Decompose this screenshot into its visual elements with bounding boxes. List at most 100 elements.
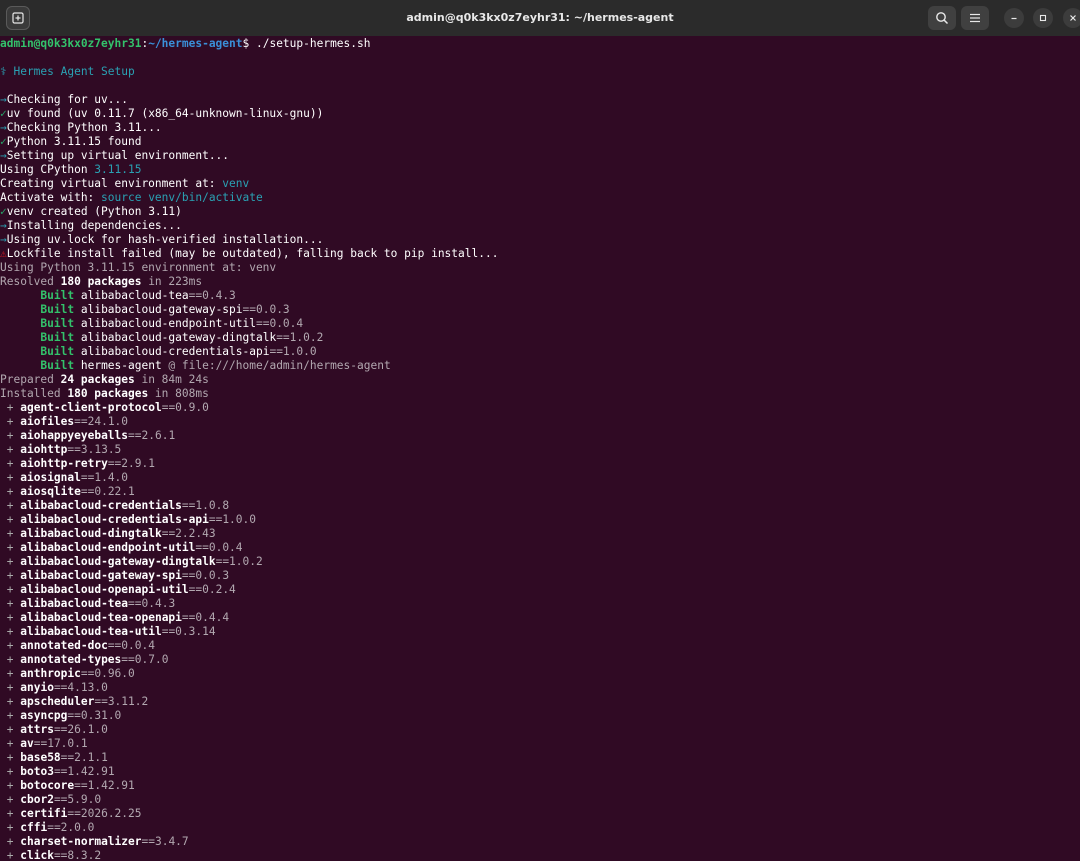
package-name: aiohttp bbox=[20, 443, 68, 456]
package-row: + aiohttp==3.13.5 bbox=[0, 443, 1080, 457]
plus-icon: + bbox=[6, 667, 14, 680]
log-line: ✓Python 3.11.15 found bbox=[0, 135, 142, 148]
built-row: Built alibabacloud-gateway-spi==0.0.3 bbox=[0, 303, 1080, 317]
plus-icon: + bbox=[6, 415, 14, 428]
prompt-command: ./setup-hermes.sh bbox=[255, 37, 371, 50]
maximize-icon bbox=[1039, 14, 1047, 22]
warning-icon: ⚠ bbox=[0, 247, 7, 260]
plus-icon: + bbox=[6, 793, 14, 806]
maximize-button[interactable] bbox=[1033, 8, 1053, 28]
package-version: ==0.0.4 bbox=[195, 541, 243, 554]
plus-icon: + bbox=[6, 429, 14, 442]
package-name: cffi bbox=[20, 821, 48, 834]
plus-icon: + bbox=[6, 849, 14, 861]
terminal-output[interactable]: admin@q0k3kx0z7eyhr31:~/hermes-agent$ ./… bbox=[0, 37, 1080, 861]
minimize-button[interactable] bbox=[1004, 8, 1024, 28]
package-name: alibabacloud-tea bbox=[80, 289, 189, 302]
arrow-icon: → bbox=[0, 219, 7, 232]
window-title: admin@q0k3kx0z7eyhr31: ~/hermes-agent bbox=[406, 11, 674, 24]
built-list: Built alibabacloud-tea==0.4.3 Built alib… bbox=[0, 289, 1080, 373]
package-version: ==0.4.4 bbox=[181, 611, 230, 624]
package-name: apscheduler bbox=[20, 695, 95, 708]
package-name: alibabacloud-gateway-dingtalk bbox=[20, 555, 216, 568]
package-name: anthropic bbox=[20, 667, 81, 680]
package-row: + aiosqlite==0.22.1 bbox=[0, 485, 1080, 499]
package-name: alibabacloud-dingtalk bbox=[20, 527, 162, 540]
package-version: ==0.4.3 bbox=[128, 597, 176, 610]
package-version: ==1.4.0 bbox=[80, 471, 129, 484]
plus-icon: + bbox=[6, 681, 14, 694]
package-row: + aiosignal==1.4.0 bbox=[0, 471, 1080, 485]
package-name: alibabacloud-credentials-api bbox=[80, 345, 270, 358]
plus-icon: + bbox=[6, 625, 14, 638]
package-name: alibabacloud-openapi-util bbox=[20, 583, 189, 596]
package-version: ==1.0.2 bbox=[276, 331, 324, 344]
package-row: + certifi==2026.2.25 bbox=[0, 807, 1080, 821]
package-version: ==1.0.8 bbox=[181, 499, 230, 512]
package-row: + aiohappyeyeballs==2.6.1 bbox=[0, 429, 1080, 443]
arrow-icon: → bbox=[0, 233, 7, 246]
package-version: ==2.1.1 bbox=[60, 751, 108, 764]
package-name: attrs bbox=[20, 723, 54, 736]
plus-icon: + bbox=[6, 513, 14, 526]
package-row: + anyio==4.13.0 bbox=[0, 681, 1080, 695]
title-bar[interactable]: admin@q0k3kx0z7eyhr31: ~/hermes-agent bbox=[0, 0, 1080, 36]
plus-icon: + bbox=[6, 611, 14, 624]
search-icon bbox=[936, 12, 949, 25]
package-row: + apscheduler==3.11.2 bbox=[0, 695, 1080, 709]
package-name: annotated-doc bbox=[20, 639, 108, 652]
package-name: base58 bbox=[20, 751, 61, 764]
package-row: + alibabacloud-endpoint-util==0.0.4 bbox=[0, 541, 1080, 555]
package-version: ==0.9.0 bbox=[161, 401, 209, 414]
log-line: →Checking Python 3.11... bbox=[0, 121, 162, 134]
package-name: click bbox=[20, 849, 54, 861]
package-name: alibabacloud-gateway-dingtalk bbox=[80, 331, 277, 344]
built-label: Built bbox=[40, 317, 75, 330]
package-version: ==0.3.14 bbox=[161, 625, 216, 638]
plus-icon: + bbox=[6, 751, 14, 764]
package-version: ==2.0.0 bbox=[47, 821, 95, 834]
package-row: + alibabacloud-openapi-util==0.2.4 bbox=[0, 583, 1080, 597]
search-button[interactable] bbox=[928, 6, 956, 30]
package-row: + cffi==2.0.0 bbox=[0, 821, 1080, 835]
package-name: alibabacloud-tea bbox=[20, 597, 129, 610]
setup-header: ⚕ Hermes Agent Setup bbox=[0, 65, 135, 78]
plus-icon: + bbox=[6, 457, 14, 470]
package-name: annotated-types bbox=[20, 653, 122, 666]
new-tab-button[interactable] bbox=[6, 6, 30, 30]
plus-icon: + bbox=[6, 709, 14, 722]
package-version: ==0.96.0 bbox=[80, 667, 135, 680]
built-label: Built bbox=[40, 345, 75, 358]
package-name: alibabacloud-credentials-api bbox=[20, 513, 209, 526]
package-row: + aiofiles==24.1.0 bbox=[0, 415, 1080, 429]
menu-button[interactable] bbox=[961, 6, 989, 30]
check-icon: ✓ bbox=[0, 107, 7, 120]
package-row: + agent-client-protocol==0.9.0 bbox=[0, 401, 1080, 415]
package-version: ==0.0.4 bbox=[107, 639, 155, 652]
plus-icon: + bbox=[6, 401, 14, 414]
plus-icon: + bbox=[6, 737, 14, 750]
log-line: Using Python 3.11.15 environment at: ven… bbox=[0, 261, 277, 274]
package-name: alibabacloud-endpoint-util bbox=[20, 541, 196, 554]
arrow-icon: → bbox=[0, 121, 7, 134]
built-label: Built bbox=[40, 331, 75, 344]
package-row: + asyncpg==0.31.0 bbox=[0, 709, 1080, 723]
plus-icon: + bbox=[6, 779, 14, 792]
close-button[interactable] bbox=[1063, 8, 1080, 28]
package-version: ==0.0.3 bbox=[242, 303, 290, 316]
